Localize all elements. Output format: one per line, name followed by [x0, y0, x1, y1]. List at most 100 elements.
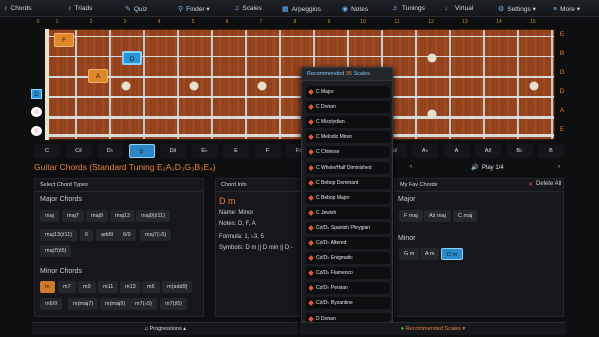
key-button[interactable]: E♭	[191, 144, 218, 158]
dropdown-scale-item[interactable]: C Mixolydian	[306, 116, 390, 129]
chord-type-chip[interactable]: maj9	[86, 210, 108, 222]
nav-finder[interactable]: ⚲ Finder ▾	[178, 5, 210, 13]
key-button[interactable]: D♭	[97, 144, 123, 158]
dropdown-scale-item[interactable]: C♯/D♭ Byzantine	[306, 297, 390, 310]
open-string-marker[interactable]: D	[31, 89, 42, 99]
dropdown-scale-item[interactable]: C Chinese	[306, 146, 390, 159]
fav-chord-chip[interactable]: D m	[441, 248, 464, 260]
fav-chord-chip[interactable]: A m	[420, 248, 440, 260]
chord-type-chip[interactable]: maj9(♯11)	[136, 210, 171, 222]
recommended-scales-button[interactable]: ● Recommended Scales ▾	[300, 322, 566, 335]
string-name: E	[559, 31, 565, 38]
speaker-icon[interactable]: 🔊	[471, 164, 478, 171]
fret-wire	[143, 30, 145, 139]
chord-type-chip[interactable]: maj7	[62, 210, 84, 222]
dropdown-scale-item[interactable]: C Melodic Minor	[306, 131, 390, 144]
chord-type-chip[interactable]: m(maj9)	[100, 298, 131, 310]
chord-type-chip[interactable]: 6/9	[118, 229, 136, 241]
key-button[interactable]: A♯	[475, 144, 501, 158]
chord-type-chip[interactable]: maj	[40, 210, 59, 222]
dropdown-scale-item[interactable]: C♯/D♭ Persian	[306, 282, 390, 295]
fav-chord-chip[interactable]: C maj	[453, 210, 478, 222]
scale-name: C♯/D♭ Spanish Phrygian	[316, 224, 371, 231]
dropdown-scale-item[interactable]: C♯/D♭ Spanish Phrygian	[306, 221, 390, 234]
nav-scales[interactable]: ♫ Scales	[234, 5, 262, 12]
chord-type-chip[interactable]: m6	[142, 281, 160, 293]
nav-quiz[interactable]: ✎ Quiz	[125, 5, 147, 14]
fret-number: 9	[327, 19, 331, 25]
chord-type-chip[interactable]: m6/9	[40, 298, 63, 310]
delete-all-icon[interactable]: ✕	[528, 181, 533, 188]
scale-diamond-icon	[308, 270, 314, 277]
key-button[interactable]: B♭	[506, 144, 533, 158]
scale-name: C Mixolydian	[316, 119, 345, 126]
chord-type-chip[interactable]: m7(♯5)	[160, 298, 188, 310]
nav-chords[interactable]: ♪ Chords	[4, 5, 31, 12]
fav-chord-chip[interactable]: A♯ maj	[424, 210, 451, 222]
key-button[interactable]: D♯	[160, 144, 186, 158]
nav-notes[interactable]: ◉ Notes	[342, 5, 368, 14]
guitar-icon: ♪	[4, 5, 8, 12]
chord-type-chip[interactable]: m(add9)	[162, 281, 193, 293]
nav-more[interactable]: ≡ More ▾	[553, 5, 580, 14]
progressions-button[interactable]: ♫ Progressions ▴	[32, 322, 298, 335]
chord-type-chip[interactable]: m11	[98, 281, 119, 293]
guitar-string	[46, 134, 554, 137]
chord-type-chip[interactable]: m	[40, 281, 55, 293]
fret-inlay	[121, 81, 131, 91]
fretboard-note[interactable]: F	[54, 33, 74, 47]
nav-virtual[interactable]: ♩ Virtual	[445, 5, 473, 12]
key-button[interactable]: B	[538, 144, 564, 158]
play-button[interactable]: Play 1/4	[482, 165, 504, 171]
chord-type-chip[interactable]: maj13(♯11)	[40, 229, 78, 241]
scale-name: C Chinese	[316, 149, 340, 156]
fav-chord-chip[interactable]: G m	[399, 248, 420, 260]
chord-info-chord: D m	[219, 196, 236, 206]
nav-arpeggios[interactable]: ▦ Arpeggios	[282, 5, 321, 14]
chord-type-chip[interactable]: maj7(♭5)	[140, 229, 172, 241]
dropdown-scale-item[interactable]: C♯/D♭ Flamenco	[306, 267, 390, 280]
dropdown-scale-item[interactable]: C Bebop Dominant	[306, 176, 390, 189]
chord-type-chip[interactable]: m7(♭5)	[130, 298, 157, 310]
chord-type-chip[interactable]: add9	[96, 229, 119, 241]
chord-type-chip[interactable]: m9	[78, 281, 96, 293]
key-button[interactable]: A♭	[412, 144, 438, 158]
key-button[interactable]: A	[443, 144, 470, 158]
fretboard-note[interactable]: A	[88, 69, 108, 83]
key-button[interactable]: C♯	[65, 144, 92, 158]
nav-tunings[interactable]: ♬ Tunings	[392, 5, 425, 12]
mute-string-icon[interactable]: ⦸	[31, 107, 42, 117]
settings-icon: ⚙	[498, 6, 505, 13]
fret-number: 14	[496, 19, 502, 25]
fretboard-note[interactable]: D	[122, 51, 142, 65]
fav-chord-chip[interactable]: F maj	[399, 210, 423, 222]
delete-all-button[interactable]: Delete All	[536, 181, 561, 187]
chord-type-chip[interactable]: m13	[120, 281, 141, 293]
dropdown-scale-item[interactable]: C Dorian	[306, 101, 390, 114]
dropdown-scale-item[interactable]: C Bebop Major	[306, 191, 390, 204]
dropdown-scale-item[interactable]: C Major	[306, 86, 390, 98]
play-next-button[interactable]: ›	[558, 164, 560, 170]
key-button[interactable]: F	[254, 144, 281, 158]
chord-type-chip[interactable]: m7	[58, 281, 76, 293]
scale-diamond-icon	[308, 300, 314, 307]
mute-string-icon[interactable]: ⦸	[31, 126, 42, 136]
fretboard-nut	[45, 29, 49, 140]
chord-type-chip[interactable]: maj13	[110, 210, 135, 222]
key-button[interactable]: D	[128, 144, 155, 158]
chord-type-chip[interactable]: 6	[80, 229, 94, 241]
key-button[interactable]: C	[34, 144, 60, 158]
play-prev-button[interactable]: ‹	[410, 164, 412, 170]
dropdown-scale-item[interactable]: C Jewish	[306, 206, 390, 219]
fretboard[interactable]: F DA	[45, 29, 555, 140]
nav-settings[interactable]: ⚙ Settings ▾	[498, 5, 536, 13]
chord-type-chip[interactable]: maj7(♯5)	[40, 245, 72, 257]
nav-triads[interactable]: ♪ Triads	[68, 5, 92, 12]
string-name: E	[559, 126, 565, 133]
chord-type-chip[interactable]: m(maj7)	[68, 298, 99, 310]
dropdown-scale-item[interactable]: C Whole/Half Diminished	[306, 161, 390, 174]
key-button[interactable]: E	[223, 144, 249, 158]
fret-number: 8	[293, 19, 297, 25]
dropdown-scale-item[interactable]: C♯/D♭ Altered	[306, 237, 390, 249]
dropdown-scale-item[interactable]: C♯/D♭ Enigmatic	[306, 252, 390, 265]
